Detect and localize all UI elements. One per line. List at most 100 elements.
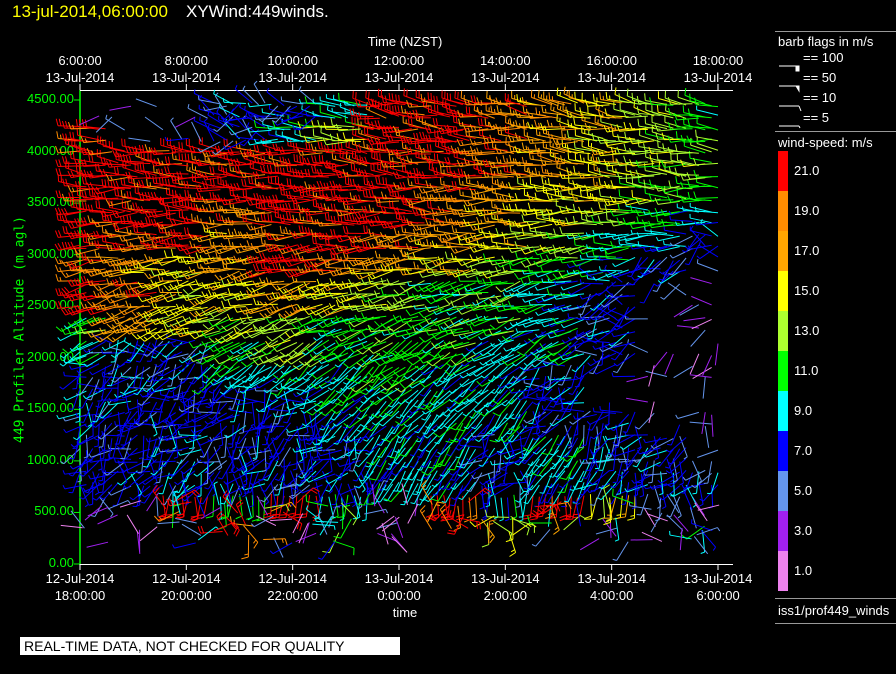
barb-shaft <box>119 352 138 367</box>
barb-flag <box>217 477 223 480</box>
barb-flag <box>107 444 110 449</box>
barb-shaft <box>392 461 406 481</box>
barb-shaft <box>523 353 540 370</box>
barb-flag <box>503 455 508 460</box>
barb-shaft <box>356 461 368 482</box>
barb-flag <box>520 491 524 496</box>
barb-flag <box>179 400 184 404</box>
barb-flag <box>184 422 189 425</box>
barb-flag <box>73 437 78 441</box>
barb-flag <box>253 347 260 353</box>
barb-flag <box>423 476 428 479</box>
barb-flag <box>89 435 94 438</box>
barb-flag <box>220 502 225 505</box>
barb-flag <box>377 479 382 482</box>
barb-flag <box>365 453 370 456</box>
barb-flag <box>220 456 225 459</box>
barb-flag <box>431 333 437 340</box>
barb-flag <box>357 337 361 341</box>
wind-barb <box>63 390 87 401</box>
wind-barb <box>689 421 712 425</box>
barb-flag <box>539 343 545 350</box>
wind-barb <box>104 438 113 462</box>
wind-barb <box>146 366 170 378</box>
wind-barb <box>405 317 432 329</box>
barb-flag <box>517 478 522 481</box>
barb-flag <box>675 414 679 419</box>
barb-flag <box>357 429 362 433</box>
barb-flag <box>357 417 362 420</box>
wind-barb <box>515 328 540 333</box>
barb-flag <box>359 391 367 396</box>
barb-shaft <box>144 484 164 498</box>
barb-flag <box>516 396 521 401</box>
barb-shaft <box>673 365 693 379</box>
barb-flag <box>306 442 311 445</box>
barb-flag <box>188 447 194 450</box>
barb-flag <box>84 303 88 309</box>
wind-barb <box>692 460 702 484</box>
wind-barb <box>463 285 489 294</box>
wind-barb <box>170 305 196 317</box>
barb-shaft <box>215 387 234 402</box>
barb-flag <box>380 357 387 364</box>
barb-flag <box>208 417 213 420</box>
wind-barb <box>679 304 700 316</box>
barb-flag <box>199 455 205 458</box>
barb-flag <box>408 410 413 414</box>
barb-shaft <box>236 400 259 406</box>
barb-flag <box>138 457 144 460</box>
barb-shaft <box>689 421 712 425</box>
barb-flag <box>632 506 637 510</box>
barb-flag <box>547 375 550 381</box>
barb-flag <box>517 351 524 356</box>
barb-flag <box>497 361 501 365</box>
wind-barb <box>708 484 714 509</box>
barb-flag <box>419 336 426 343</box>
barb-flag <box>352 479 357 482</box>
wind-barb <box>690 329 706 347</box>
barb-flag <box>259 312 266 319</box>
barb-flag <box>590 317 595 321</box>
barb-shaft <box>78 340 100 351</box>
barb-flag <box>182 356 187 360</box>
barb-flag <box>155 303 158 308</box>
barb-flag <box>421 418 426 421</box>
barb-shaft <box>625 447 630 470</box>
barb-flag <box>335 339 340 347</box>
wind-barb <box>302 410 309 435</box>
barb-shaft <box>398 365 419 378</box>
barb-shaft <box>697 449 719 458</box>
barb-flag <box>173 456 179 459</box>
barb-flag <box>643 438 646 443</box>
barb-flag <box>234 325 241 332</box>
barb-flag <box>74 289 78 298</box>
wind-barb <box>622 411 636 433</box>
wind-barb <box>380 288 406 296</box>
barb-flag <box>360 400 365 404</box>
barb-flag <box>304 431 309 435</box>
wind-barb <box>528 330 553 344</box>
barb-shaft <box>598 446 604 469</box>
barb-shaft <box>294 493 298 516</box>
barb-flag <box>437 324 442 332</box>
barb-shaft <box>557 327 578 337</box>
barb-flag <box>481 518 486 520</box>
barb-flag <box>188 438 193 442</box>
barb-shaft <box>664 353 674 375</box>
barb-flag <box>199 386 204 389</box>
barb-flag <box>229 350 234 354</box>
barb-shaft <box>65 423 87 433</box>
barb-flag <box>485 505 490 508</box>
wind-barb <box>589 353 604 375</box>
barb-shaft <box>504 481 527 485</box>
barb-shaft <box>79 483 89 505</box>
barb-shaft <box>309 414 315 437</box>
barb-flag <box>458 497 463 501</box>
barb-flag <box>308 470 314 473</box>
barb-flag <box>575 375 580 380</box>
barb-shaft <box>171 364 177 387</box>
barb-shaft <box>153 424 176 429</box>
barb-flag <box>479 481 484 485</box>
barb-shaft <box>401 410 419 426</box>
